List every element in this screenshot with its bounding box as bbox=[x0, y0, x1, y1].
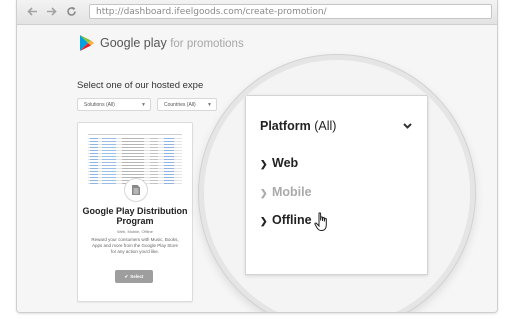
page-heading: Select one of our hosted expe bbox=[77, 80, 204, 91]
dropdown-label: Platform bbox=[260, 119, 311, 133]
chevron-right-icon: ❯ bbox=[260, 216, 268, 226]
brand-title: Google play for promotions bbox=[100, 36, 244, 50]
dropdown-item-label: Mobile bbox=[272, 185, 312, 199]
brand-name: Google play bbox=[100, 36, 167, 50]
chevron-down-icon: ▼ bbox=[207, 102, 212, 108]
browser-window: http://dashboard.ifeelgoods.com/create-p… bbox=[16, 0, 498, 313]
select-button[interactable]: ✔ Select bbox=[115, 270, 153, 283]
countries-filter-dropdown[interactable]: Countries (All) ▼ bbox=[157, 98, 217, 111]
platform-dropdown-header[interactable]: Platform (All) bbox=[260, 119, 336, 133]
google-play-logo-icon bbox=[79, 34, 95, 52]
forward-arrow-icon[interactable] bbox=[45, 5, 57, 17]
chevron-right-icon: ❯ bbox=[260, 188, 268, 198]
dropdown-item-label: Offline bbox=[272, 213, 312, 227]
dropdown-item-web[interactable]: ❯ Web bbox=[260, 156, 298, 170]
promotion-card[interactable]: Google Play Distribution Program Web, Mo… bbox=[77, 122, 193, 302]
filter-label: Countries (All) bbox=[164, 102, 196, 108]
card-description: Reward your consumers with Music, Books,… bbox=[91, 237, 179, 254]
check-icon: ✔ bbox=[124, 273, 129, 279]
dropdown-item-mobile[interactable]: ❯ Mobile bbox=[260, 185, 312, 199]
platform-dropdown-menu[interactable]: Platform (All) ❯ Web ❯ Mobile ❯ Offline bbox=[245, 95, 428, 275]
card-platforms: Web, Mobile, Offline bbox=[117, 229, 153, 234]
solutions-filter-dropdown[interactable]: Solutions (All) ▼ bbox=[77, 98, 151, 111]
dropdown-item-offline[interactable]: ❯ Offline bbox=[260, 213, 312, 227]
page-content: Google play for promotions Select one of… bbox=[17, 25, 497, 312]
address-bar[interactable]: http://dashboard.ifeelgoods.com/create-p… bbox=[89, 4, 492, 19]
card-title: Google Play Distribution Program bbox=[82, 206, 188, 226]
chevron-down-icon: ▼ bbox=[141, 102, 146, 108]
chevron-down-icon[interactable] bbox=[403, 123, 412, 129]
document-icon bbox=[124, 178, 148, 202]
magnifier-lens: Platform (All) ❯ Web ❯ Mobile ❯ Offline bbox=[199, 55, 475, 312]
browser-toolbar: http://dashboard.ifeelgoods.com/create-p… bbox=[17, 0, 497, 25]
select-button-label: Select bbox=[130, 274, 144, 279]
reload-icon[interactable] bbox=[65, 5, 77, 17]
dropdown-value: (All) bbox=[314, 119, 337, 133]
dropdown-item-label: Web bbox=[272, 156, 299, 170]
brand-tagline: for promotions bbox=[170, 38, 244, 50]
filter-label: Solutions (All) bbox=[84, 102, 115, 108]
chevron-right-icon: ❯ bbox=[260, 159, 268, 169]
back-arrow-icon[interactable] bbox=[26, 5, 38, 17]
hand-cursor-icon bbox=[314, 212, 327, 231]
